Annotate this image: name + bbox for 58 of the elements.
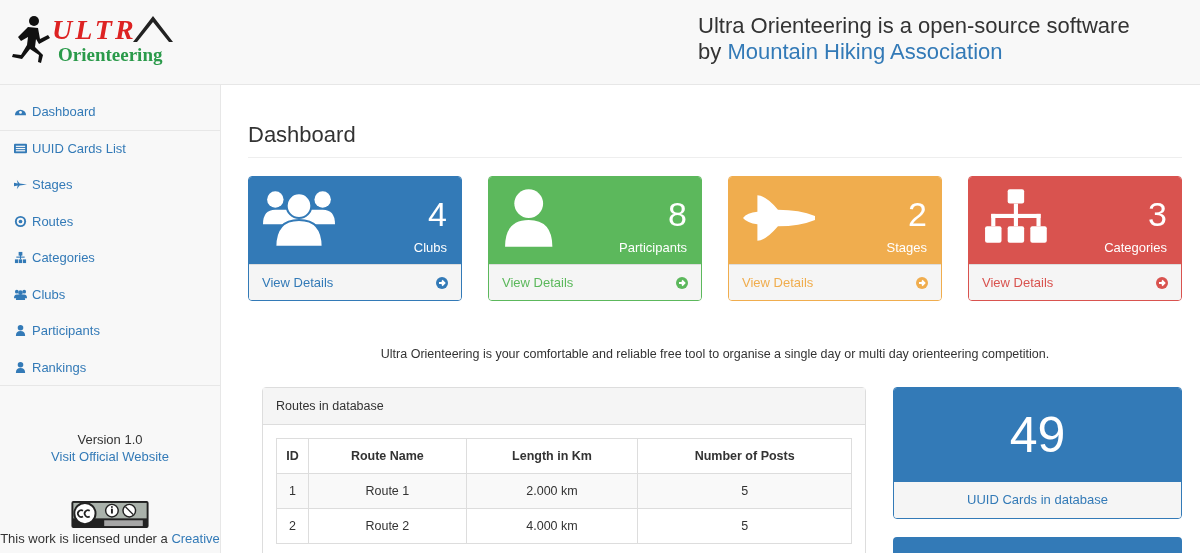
table-cell: Route 2 — [308, 508, 467, 544]
view-details-link[interactable]: View Details — [249, 264, 461, 300]
sidebar-item[interactable]: Categories — [0, 240, 220, 277]
column-header: Route Name — [308, 438, 467, 474]
table-cell: 5 — [637, 473, 852, 509]
organization-link[interactable]: Mountain Hiking Association — [727, 39, 1003, 64]
table-cell: 2 — [276, 508, 309, 544]
stat-label: Categories — [1104, 240, 1167, 255]
arrow-circle-icon — [436, 276, 448, 289]
stat-count: 3 — [1147, 194, 1167, 234]
stat-label: Stages — [886, 240, 927, 255]
column-header: Length in Km — [466, 438, 638, 474]
stat-label: Clubs — [413, 240, 447, 255]
runner-icon — [10, 15, 50, 65]
license-text: This work is licensed under a Creative — [0, 531, 220, 546]
sidebar-item[interactable]: Participants — [0, 313, 220, 350]
panel-heading: Routes in database — [263, 388, 865, 425]
users-icon — [14, 287, 27, 301]
sidebar-item[interactable]: Routes — [0, 203, 220, 240]
sitemap-icon — [14, 251, 27, 265]
table-cell: 1 — [276, 473, 309, 509]
target-icon — [14, 214, 27, 228]
sidebar-item[interactable]: Dashboard — [0, 94, 220, 131]
user-icon — [14, 360, 27, 374]
tagline: Ultra Orienteering is a open-source software — [698, 13, 1131, 39]
logo-text: ULTR — [52, 16, 137, 44]
sidebar-item[interactable]: Rankings — [0, 349, 220, 386]
stat-count: 2 — [907, 194, 927, 234]
stat-count: 49 — [894, 388, 1181, 482]
sidebar-item[interactable]: UUID Cards List — [0, 130, 220, 167]
stat-label: Participants — [619, 240, 687, 255]
version-text: Version 1.0 — [76, 431, 144, 448]
table-cell: 4.000 km — [466, 508, 638, 544]
sidebar-item[interactable]: Clubs — [0, 276, 220, 313]
table-cell: Route 1 — [308, 473, 467, 509]
arrow-circle-icon — [676, 276, 688, 289]
user-icon — [14, 324, 27, 338]
column-header: ID — [276, 438, 309, 474]
stat-count: 4 — [427, 194, 447, 234]
stat-count: 8 — [667, 194, 687, 234]
logo-subtext: Orienteering — [58, 44, 164, 66]
page-title: Dashboard — [248, 122, 1182, 158]
description-text: Ultra Orienteering is your comfortable and reliable free tool to organise a single day or multi day orienteering competition. — [379, 347, 1051, 361]
table-cell: 2.000 km — [466, 473, 638, 509]
table-cell: 5 — [637, 508, 852, 544]
license-link[interactable]: Creative — [171, 531, 220, 546]
stat-label: UUID Cards in database — [894, 482, 1181, 518]
website-link[interactable]: Visit Official Website — [51, 449, 169, 464]
view-details-link[interactable]: View Details — [969, 264, 1181, 300]
license-badge-icon — [71, 501, 149, 528]
list-icon — [14, 141, 27, 155]
byline-text: by — [698, 39, 722, 64]
arrow-circle-icon — [916, 276, 928, 289]
sidebar-item[interactable]: Stages — [0, 167, 220, 204]
arrow-circle-icon — [1156, 276, 1168, 289]
mountain-icon — [132, 14, 173, 44]
column-header: Number of Posts — [637, 438, 852, 474]
view-details-link[interactable]: View Details — [489, 264, 701, 300]
